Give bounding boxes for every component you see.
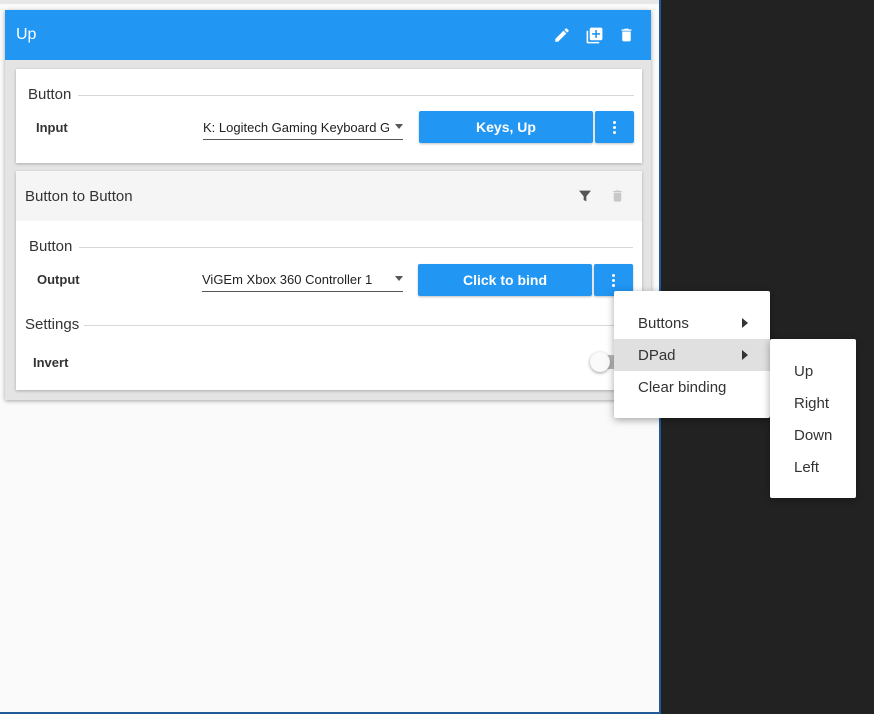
submenu-item-down[interactable]: Down (770, 419, 856, 451)
input-panel: Button Input K: Logitech Gaming Keyboard… (16, 69, 642, 163)
trash-icon (606, 185, 628, 207)
chevron-down-icon (395, 276, 403, 281)
input-device-select[interactable]: K: Logitech Gaming Keyboard G (203, 114, 403, 140)
output-label: Output (37, 272, 80, 287)
output-device-value: ViGEm Xbox 360 Controller 1 (202, 272, 373, 287)
menu-item-label: Clear binding (638, 379, 727, 396)
dpad-submenu: Up Right Down Left (770, 339, 856, 498)
output-device-select[interactable]: ViGEm Xbox 360 Controller 1 (202, 266, 403, 292)
menu-item-dpad[interactable]: DPad (614, 339, 770, 371)
input-device-value: K: Logitech Gaming Keyboard G (203, 120, 389, 135)
input-section-title: Button (28, 86, 72, 103)
chevron-down-icon (395, 124, 403, 129)
toggle-thumb (590, 352, 610, 372)
mapping-card: Up Button Input K: Logitech Gaming Keybo… (5, 10, 651, 400)
chevron-right-icon (742, 350, 748, 360)
mapping-title: Up (16, 26, 37, 43)
filter-panel: Button to Button Button Output ViGEm Xbo… (16, 171, 642, 390)
chevron-right-icon (742, 318, 748, 328)
menu-item-buttons[interactable]: Buttons (614, 307, 770, 339)
menu-item-clear-binding[interactable]: Clear binding (614, 371, 770, 403)
submenu-item-left[interactable]: Left (770, 451, 856, 483)
input-bind-button[interactable]: Keys, Up (419, 111, 593, 143)
section-divider (78, 95, 634, 96)
window-top-edge (0, 0, 659, 4)
menu-item-label: Buttons (638, 315, 689, 332)
menu-item-label: DPad (638, 347, 676, 364)
section-divider (79, 247, 633, 248)
output-section-title: Button (29, 238, 73, 255)
submenu-item-label: Left (794, 459, 820, 476)
submenu-item-label: Right (794, 395, 830, 412)
submenu-item-up[interactable]: Up (770, 355, 856, 387)
duplicate-icon[interactable] (583, 24, 605, 46)
pencil-icon[interactable] (551, 24, 573, 46)
submenu-item-label: Down (794, 427, 833, 444)
binding-context-menu: Buttons DPad Clear binding (614, 291, 770, 418)
app-window: Up Button Input K: Logitech Gaming Keybo… (0, 0, 661, 714)
trash-icon[interactable] (615, 24, 637, 46)
input-more-button[interactable] (595, 111, 634, 143)
kebab-icon (612, 273, 615, 287)
output-bind-button[interactable]: Click to bind (418, 264, 592, 296)
mapping-header: Up (5, 10, 651, 60)
filter-header: Button to Button (16, 171, 642, 221)
submenu-item-right[interactable]: Right (770, 387, 856, 419)
filter-title: Button to Button (25, 188, 133, 205)
invert-label: Invert (33, 355, 69, 370)
settings-section-title: Settings (25, 316, 80, 333)
submenu-item-label: Up (794, 363, 814, 380)
kebab-icon (613, 120, 616, 134)
section-divider (84, 325, 633, 326)
filter-icon[interactable] (574, 185, 596, 207)
input-label: Input (36, 120, 68, 135)
